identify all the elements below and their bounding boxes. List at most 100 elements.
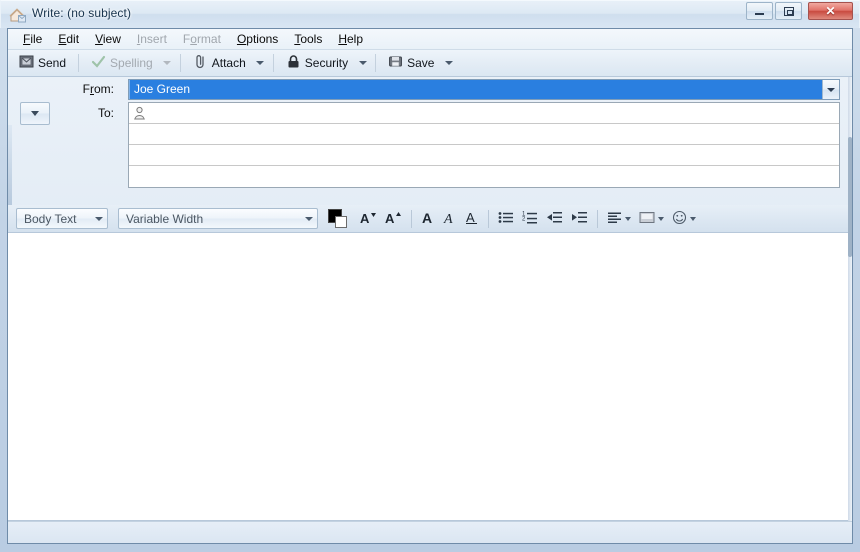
message-body-input[interactable] <box>8 233 852 520</box>
svg-text:A: A <box>360 211 370 225</box>
align-button[interactable] <box>603 208 635 230</box>
attach-button[interactable]: Attach <box>186 52 253 74</box>
application-window: Write: (no subject) ✕ File Edit View Ins… <box>0 0 860 552</box>
bullet-list-button[interactable] <box>494 208 518 230</box>
highlight-color-button[interactable] <box>635 208 668 230</box>
from-field[interactable]: Joe Green <box>128 79 840 100</box>
chevron-down-icon <box>256 61 265 65</box>
title-bar: Write: (no subject) ✕ <box>0 0 860 28</box>
outdent-button[interactable] <box>542 208 567 230</box>
chevron-down-icon <box>690 216 696 221</box>
to-row: To: <box>8 102 852 200</box>
indent-button[interactable] <box>567 208 592 230</box>
increase-font-size-button[interactable]: A <box>381 208 406 230</box>
spelling-dropdown <box>160 52 175 74</box>
attach-dropdown[interactable] <box>253 52 268 74</box>
chevron-down-icon <box>163 61 172 65</box>
svg-text:A: A <box>443 212 453 225</box>
font-family-select[interactable]: Variable Width <box>118 208 318 229</box>
compose-mail-icon <box>9 6 27 24</box>
close-icon: ✕ <box>825 4 836 18</box>
highlight-icon <box>639 210 655 228</box>
scrollbar-thumb[interactable] <box>848 137 852 257</box>
menu-tools[interactable]: Tools <box>286 30 330 49</box>
close-button[interactable]: ✕ <box>808 2 853 20</box>
window-title: Write: (no subject) <box>32 6 132 20</box>
menu-view[interactable]: View <box>87 30 129 49</box>
svg-text:A: A <box>466 210 475 225</box>
numbered-list-button[interactable]: 1 2 <box>518 208 542 230</box>
toolbar-separator-2 <box>179 54 181 72</box>
menu-file[interactable]: File <box>15 30 50 49</box>
font-family-value: Variable Width <box>126 211 204 226</box>
toolbar-separator-1 <box>78 54 80 72</box>
client-area: File Edit View Insert Format Options Too… <box>7 28 853 544</box>
from-dropdown-button[interactable] <box>822 80 839 99</box>
vertical-scrollbar[interactable] <box>848 77 852 521</box>
underline-button[interactable]: A <box>461 208 483 230</box>
outdent-icon <box>546 210 563 228</box>
maximize-icon <box>776 3 801 19</box>
send-button[interactable]: Send <box>12 52 73 74</box>
numbered-list-icon: 1 2 <box>522 210 538 228</box>
send-icon <box>19 54 34 72</box>
security-label: Security <box>304 56 349 70</box>
emoticon-button[interactable] <box>668 208 700 230</box>
text-color-button[interactable] <box>328 208 348 229</box>
recipient-type-dropdown[interactable] <box>20 102 50 125</box>
recipient-row[interactable] <box>129 124 839 145</box>
chevron-down-icon <box>658 216 664 221</box>
menu-help[interactable]: Help <box>330 30 371 49</box>
bold-button[interactable]: A <box>417 208 439 230</box>
floppy-disk-icon <box>388 54 403 72</box>
contact-icon <box>133 106 146 120</box>
paragraph-format-select[interactable]: Body Text <box>16 208 108 229</box>
save-dropdown[interactable] <box>441 52 456 74</box>
save-button[interactable]: Save <box>381 52 441 74</box>
svg-text:A: A <box>422 210 432 225</box>
menu-bar: File Edit View Insert Format Options Too… <box>8 29 852 50</box>
formatting-toolbar: Body Text Variable Width A A A A A 1 2 <box>8 205 852 233</box>
main-toolbar: Send Spelling Attach Security Save <box>8 50 852 77</box>
recipient-input[interactable] <box>133 167 839 186</box>
menu-format: Format <box>182 31 221 46</box>
recipient-list <box>128 102 840 188</box>
indent-icon <box>571 210 588 228</box>
chevron-down-icon <box>31 111 39 116</box>
svg-text:A: A <box>385 211 395 225</box>
to-label: To: <box>97 106 114 120</box>
maximize-button[interactable] <box>775 2 802 20</box>
send-label: Send <box>38 56 67 70</box>
recipient-input[interactable] <box>146 104 839 122</box>
chevron-down-icon <box>625 216 631 221</box>
italic-button[interactable]: A <box>439 208 461 230</box>
recipient-row[interactable] <box>129 166 839 187</box>
menu-insert: Insert <box>136 31 167 46</box>
security-dropdown[interactable] <box>355 52 370 74</box>
menu-edit[interactable]: Edit <box>50 30 87 49</box>
increase-font-size-icon: A <box>385 210 402 228</box>
recipient-row[interactable] <box>129 103 839 124</box>
from-value[interactable]: Joe Green <box>129 80 822 99</box>
security-button[interactable]: Security <box>279 52 355 74</box>
recipient-input[interactable] <box>133 125 839 143</box>
svg-text:2: 2 <box>522 216 526 222</box>
format-separator-2 <box>488 209 489 228</box>
minimize-icon <box>747 3 772 19</box>
spelling-button: Spelling <box>84 52 160 74</box>
recipient-row[interactable] <box>129 145 839 166</box>
spelling-label: Spelling <box>110 56 153 70</box>
decrease-font-size-button[interactable]: A <box>356 208 381 230</box>
from-row: From: Joe Green <box>8 79 852 100</box>
format-separator-1 <box>411 209 412 228</box>
chevron-down-icon <box>444 61 453 65</box>
status-bar <box>8 521 852 543</box>
save-label: Save <box>407 56 435 70</box>
recipient-input[interactable] <box>133 146 839 164</box>
message-body[interactable] <box>8 233 852 521</box>
lock-icon <box>286 54 301 72</box>
chevron-down-icon <box>305 216 313 221</box>
menu-options[interactable]: Options <box>229 30 286 49</box>
attach-label: Attach <box>211 56 246 70</box>
minimize-button[interactable] <box>746 2 773 20</box>
